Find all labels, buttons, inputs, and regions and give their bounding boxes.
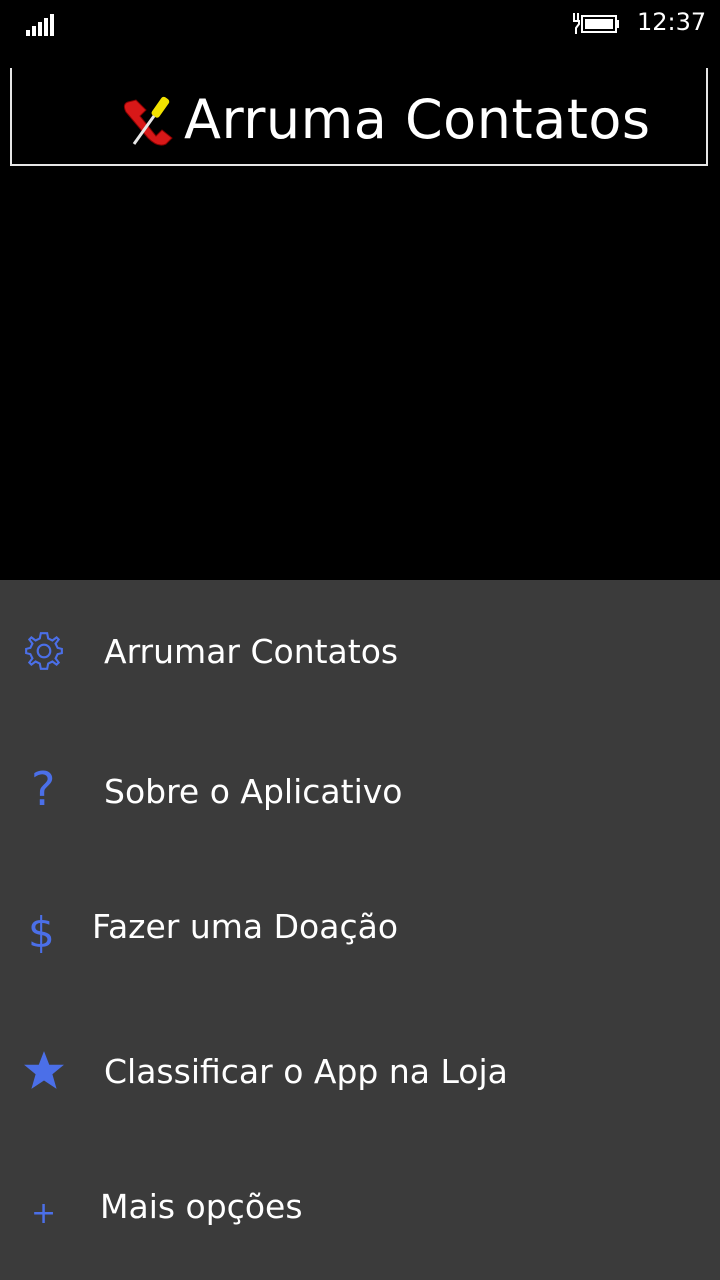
gear-icon bbox=[25, 632, 63, 670]
battery-charging-icon bbox=[573, 13, 619, 34]
menu-item-sobre[interactable]: ? Sobre o Aplicativo bbox=[0, 744, 720, 844]
phone-screwdriver-logo bbox=[123, 96, 173, 146]
star-icon bbox=[24, 1051, 64, 1089]
menu-item-label: Fazer uma Doação bbox=[92, 907, 399, 946]
menu-item-classificar[interactable]: Classificar o App na Loja bbox=[0, 1024, 720, 1124]
question-icon: ? bbox=[31, 762, 56, 816]
signal-bars-icon bbox=[26, 14, 56, 36]
menu-item-mais-opcoes[interactable]: + Mais opções bbox=[0, 1160, 720, 1260]
menu-item-doacao[interactable]: $ Fazer uma Doação bbox=[0, 880, 720, 980]
menu-item-label: Sobre o Aplicativo bbox=[104, 772, 403, 811]
menu-item-arrumar-contatos[interactable]: Arrumar Contatos bbox=[0, 604, 720, 704]
menu-item-label: Classificar o App na Loja bbox=[104, 1052, 508, 1091]
menu-panel: Arrumar Contatos ? Sobre o Aplicativo $ … bbox=[0, 580, 720, 1280]
status-bar: 12:37 bbox=[0, 0, 720, 48]
menu-item-label: Mais opções bbox=[100, 1187, 303, 1226]
dollar-icon: $ bbox=[28, 908, 55, 957]
clock: 12:37 bbox=[637, 8, 707, 36]
plus-icon: + bbox=[31, 1196, 57, 1231]
menu-item-label: Arrumar Contatos bbox=[104, 632, 399, 671]
app-title: Arruma Contatos bbox=[184, 88, 651, 151]
